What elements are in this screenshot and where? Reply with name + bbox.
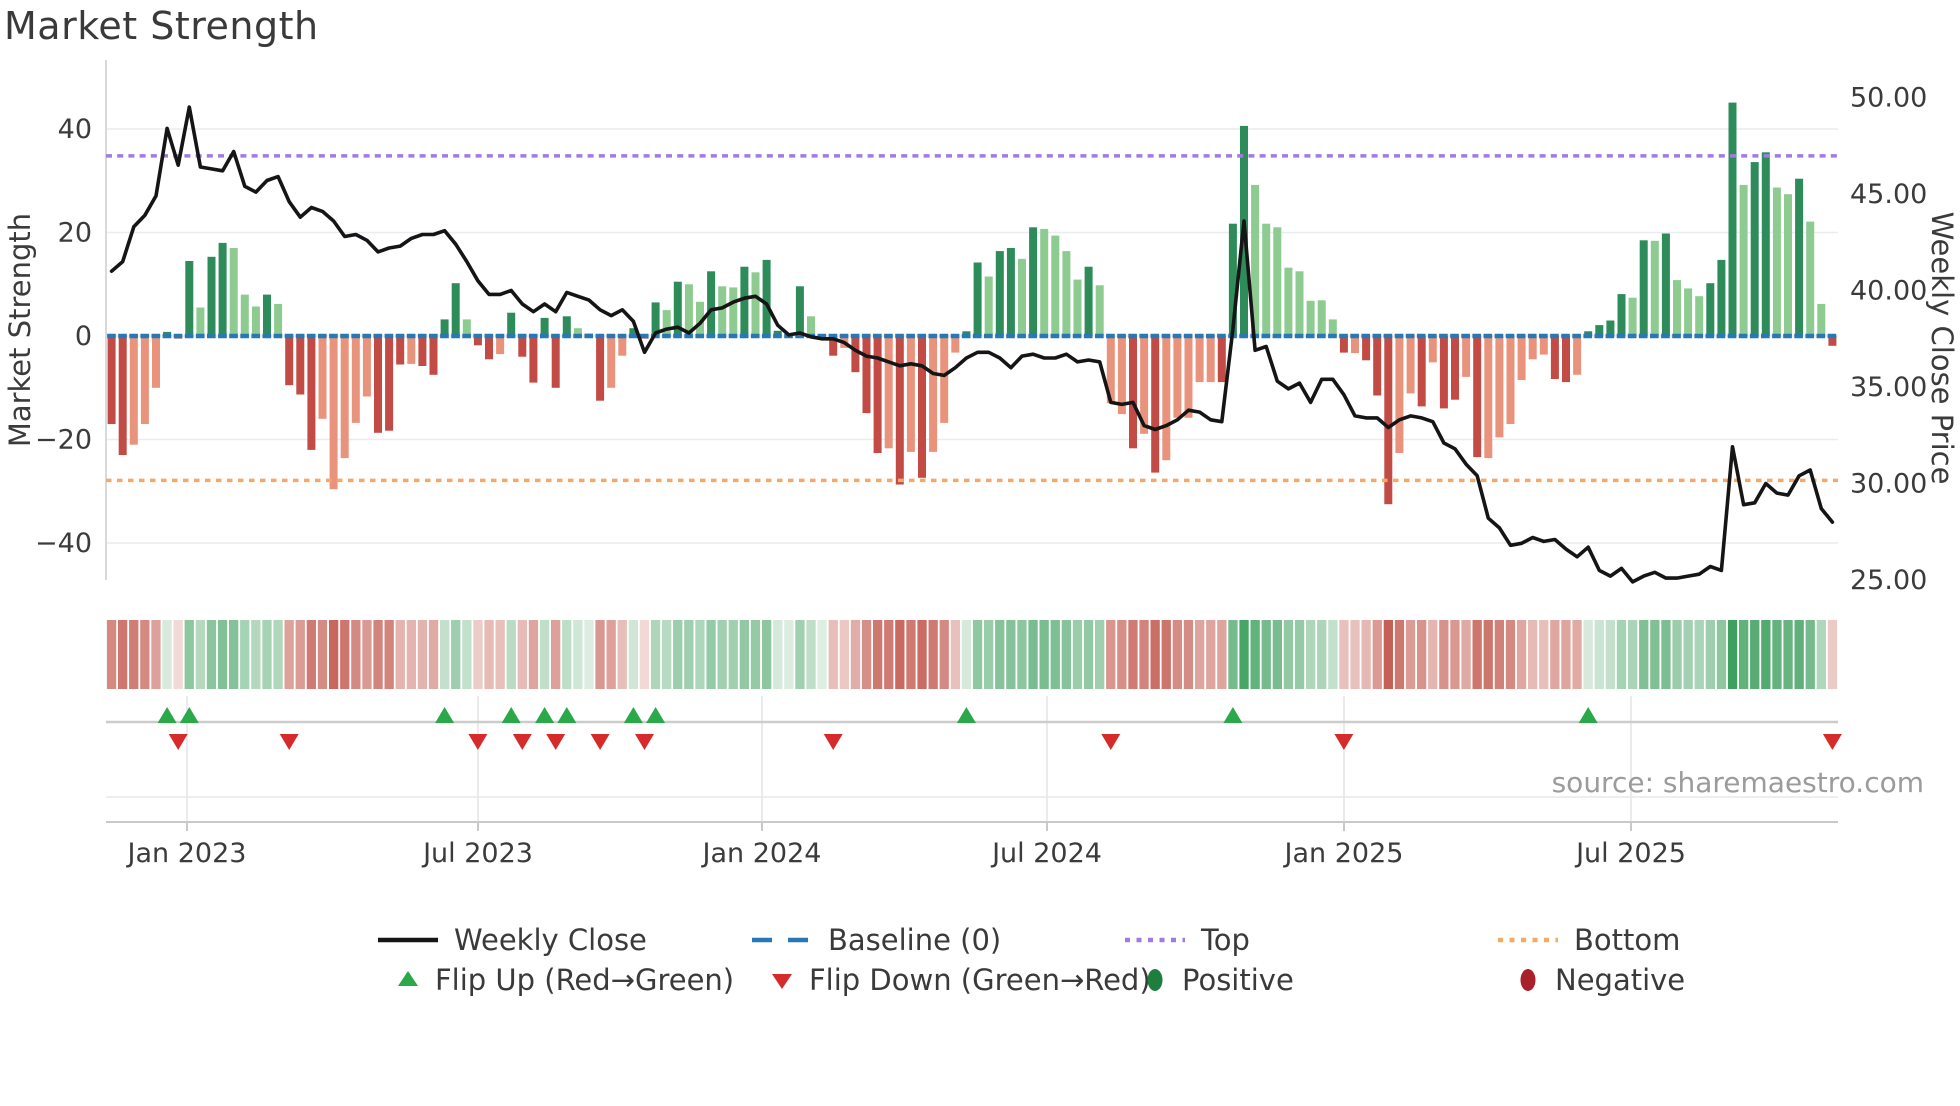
flip-down-triangle-icon [772,974,792,989]
legend-item-flip-down: Flip Down (Green→Red) [769,962,1151,998]
legend-label: Baseline (0) [828,923,1002,957]
legend-item-baseline: Baseline (0) [750,922,1001,958]
flip-down-marker [512,734,532,750]
legend-item-top: Top [1123,922,1250,958]
x-axis-tick: Jul 2024 [990,838,1102,869]
legend-item-bottom: Bottom [1496,922,1680,958]
legend-item-weekly-close: Weekly Close [376,922,647,958]
flip-up-marker [157,707,177,723]
positive-dot-icon [1147,969,1163,991]
baseline-dash-icon [752,937,812,943]
right-axis-tick: 35.00 [1850,372,1927,403]
legend-label: Weekly Close [454,923,647,957]
flip-down-marker [546,734,566,750]
flip-down-marker [1101,734,1121,750]
x-axis-tick: Jan 2025 [1283,838,1404,869]
page-title: Market Strength [4,4,319,48]
left-axis-title: Market Strength [3,213,37,447]
flip-down-marker [279,734,299,750]
flip-down-marker [590,734,610,750]
flip-up-marker [435,707,455,723]
flip-up-marker [646,707,666,723]
right-axis-tick: 45.00 [1850,179,1927,210]
flip-down-marker [823,734,843,750]
bottom-dotted-icon [1498,937,1558,943]
legend-label: Bottom [1574,923,1681,957]
right-axis-tick: 25.00 [1850,565,1927,596]
x-axis-tick: Jan 2023 [126,838,247,869]
flip-down-marker [635,734,654,750]
legend-label: Flip Up (Red→Green) [435,963,735,997]
left-axis-tick: 20 [58,218,92,249]
legend-label: Positive [1182,963,1294,997]
flip-up-triangle-icon [398,971,418,986]
flip-down-marker [168,734,188,750]
flip-up-marker [535,707,555,723]
flip-up-marker [557,707,577,723]
right-axis-tick: 50.00 [1850,83,1927,114]
flip-up-marker [1223,707,1243,723]
legend-label: Flip Down (Green→Red) [809,963,1151,997]
legend-item-flip-up: Flip Up (Red→Green) [395,962,734,998]
flip-up-marker [501,707,521,723]
right-axis-tick: 30.00 [1850,469,1927,500]
weekly-close-line-icon [378,937,438,943]
chart-page: Market Strength Jan 2023 Jul 2023 Jan 2024… [0,0,1960,1102]
legend-item-negative: Negative [1515,962,1685,998]
right-axis-title: Weekly Close Price [1925,212,1959,485]
legend-label: Negative [1555,963,1686,997]
gridlines [105,60,1838,580]
left-axis-tick: −20 [35,425,92,456]
flip-up-marker [956,707,976,723]
left-axis-tick: 40 [58,114,92,145]
source-note: source: sharemaestro.com [1552,766,1924,799]
flip-up-marker [1578,707,1598,723]
flip-down-marker [1822,734,1842,750]
legend-item-positive: Positive [1142,962,1294,998]
top-dotted-icon [1125,937,1185,943]
left-axis-tick: −40 [35,528,92,559]
flip-markers [106,696,1842,822]
right-axis-tick: 40.00 [1850,276,1927,307]
legend-label: Top [1201,923,1250,957]
flip-down-marker [1334,734,1354,750]
x-axis-tick: Jan 2024 [701,838,822,869]
x-axis-tick: Jul 2023 [421,838,533,869]
flip-up-marker [623,707,643,723]
negative-dot-icon [1520,969,1536,991]
left-axis-tick: 0 [75,321,92,352]
x-axis-tick: Jul 2025 [1574,838,1686,869]
reference-lines [106,154,1838,483]
flip-down-marker [468,734,488,750]
strength-bars [107,102,1837,505]
heatmap-strip [106,620,1838,689]
axis-layer: Jan 2023 Jul 2023 Jan 2024 Jul 2024 Jan 2025… [35,83,1927,870]
flip-up-marker [179,707,199,723]
